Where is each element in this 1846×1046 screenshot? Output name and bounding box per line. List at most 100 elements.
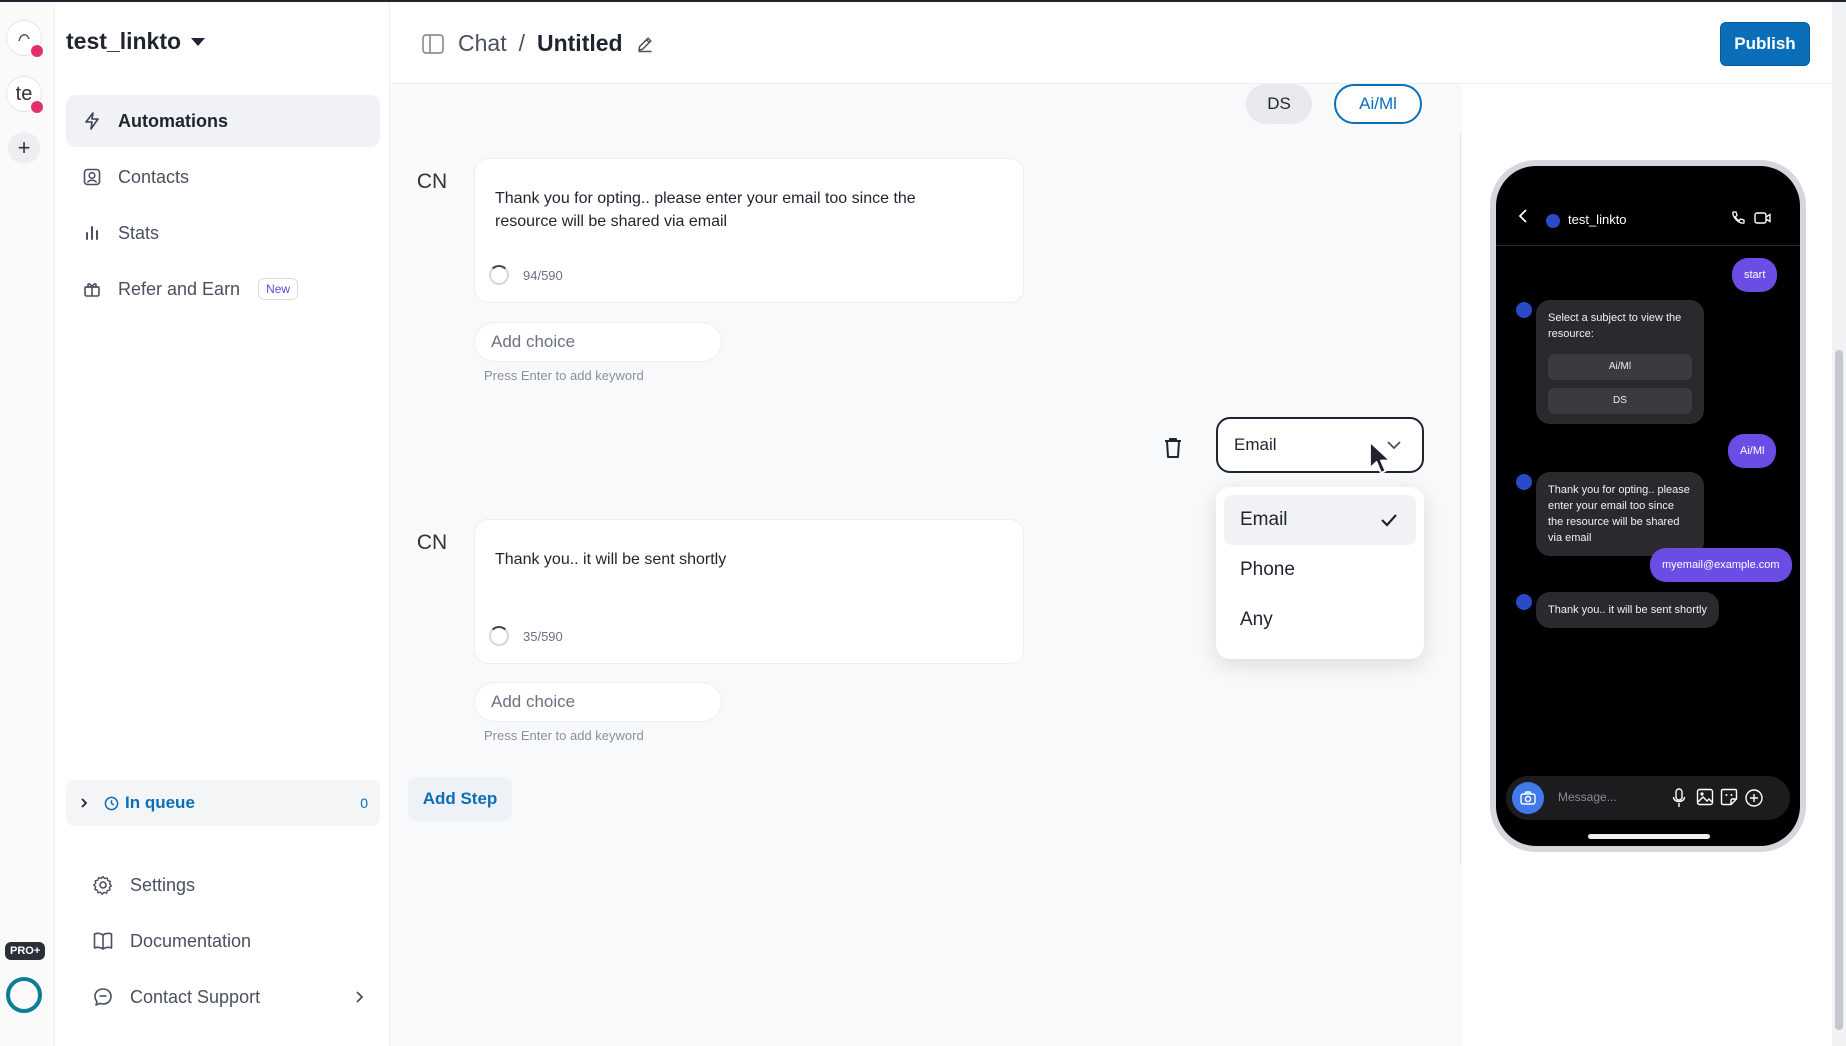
bot-avatar (1516, 474, 1532, 490)
quick-reply-ds: DS (1548, 388, 1692, 414)
home-indicator (1588, 834, 1710, 839)
pencil-icon[interactable] (635, 34, 655, 54)
phone-message-bar: Message... (1506, 776, 1790, 820)
message-text[interactable]: Thank you for opting.. please enter your… (495, 187, 975, 233)
input-type-value: Email (1234, 435, 1277, 454)
option-phone[interactable]: Phone (1224, 545, 1416, 595)
phone-chat-header: test_linkto (1496, 166, 1800, 246)
sidebar-item-label: Refer and Earn (118, 278, 241, 299)
bot-message: Thank you for opting.. please enter your… (1536, 472, 1704, 556)
reply-option-ds[interactable]: DS (1246, 84, 1312, 124)
choice-hint: Press Enter to add keyword (484, 728, 644, 743)
phone-mockup: test_linkto start Select a subject to vi… (1490, 160, 1806, 852)
option-email[interactable]: Email (1224, 495, 1416, 545)
quick-reply-aiml: Ai/Ml (1548, 354, 1692, 380)
settings-label: Settings (130, 874, 196, 895)
char-counter: 94/590 (489, 265, 563, 285)
account-rail: te + PRO+ (0, 2, 55, 1046)
user-message: myemail@example.com (1650, 548, 1792, 582)
book-icon (93, 932, 113, 950)
preview-panel: test_linkto start Select a subject to vi… (1462, 84, 1832, 1046)
workspace-name: test_linkto (66, 28, 182, 54)
panel-divider (1460, 134, 1461, 864)
account-avatar-1[interactable] (6, 20, 45, 59)
phone-message-placeholder: Message... (1558, 790, 1617, 804)
documentation-label: Documentation (130, 930, 252, 951)
flow-canvas: DS Ai/Ml CN Thank you for opting.. pleas… (390, 84, 1462, 1046)
sender-avatar: CN (416, 170, 448, 193)
sidebar-item-stats[interactable]: Stats (66, 207, 380, 259)
sidebar-item-automations[interactable]: Automations (66, 95, 380, 147)
sidebar-item-refer[interactable]: Refer and Earn New (66, 263, 380, 315)
contacts-icon (83, 168, 101, 186)
documentation-link[interactable]: Documentation (76, 918, 366, 964)
settings-link[interactable]: Settings (76, 862, 366, 908)
add-step-button[interactable]: Add Step (408, 777, 512, 821)
bot-message: Thank you.. it will be sent shortly (1536, 592, 1719, 628)
workspace-switcher[interactable]: test_linkto (66, 28, 206, 55)
scrollbar-thumb[interactable] (1835, 350, 1843, 1030)
brand-logo (6, 977, 42, 1013)
char-counter: 35/590 (489, 626, 563, 646)
sidebar-item-label: Contacts (118, 166, 190, 187)
user-message: start (1732, 258, 1778, 292)
breadcrumb-separator: / (518, 30, 525, 56)
new-badge: New (258, 278, 299, 300)
image-icon (1696, 788, 1714, 806)
in-queue-label: In queue (104, 793, 195, 813)
add-choice-input[interactable]: Add choice (474, 682, 722, 722)
add-choice-input[interactable]: Add choice (474, 322, 722, 362)
option-any[interactable]: Any (1224, 595, 1416, 645)
bot-avatar (1516, 594, 1532, 610)
message-card[interactable]: Thank you.. it will be sent shortly 35/5… (474, 519, 1024, 664)
lightning-icon (85, 112, 99, 130)
mouse-cursor-icon (1369, 441, 1391, 474)
phone-contact-name: test_linkto (1568, 212, 1627, 227)
sticker-icon (1720, 788, 1738, 806)
in-queue-panel[interactable]: In queue 0 (66, 780, 380, 826)
bar-chart-icon (86, 226, 98, 240)
instagram-icon (29, 43, 45, 59)
sidebar-item-label: Automations (118, 110, 228, 131)
sidebar: test_linkto Automations Contacts Stats R… (56, 2, 390, 1046)
logo-icon (18, 34, 30, 42)
support-chat-icon (94, 988, 112, 1006)
in-queue-count: 0 (360, 795, 368, 811)
sidebar-item-label: Stats (118, 222, 160, 243)
message-text[interactable]: Thank you.. it will be sent shortly (495, 548, 975, 571)
chevron-right-icon (356, 991, 364, 1003)
back-arrow-icon (1518, 209, 1527, 223)
gift-icon (84, 283, 100, 297)
video-call-icon (1754, 212, 1771, 224)
microphone-icon (1672, 788, 1686, 807)
sidebar-toggle-icon[interactable] (420, 31, 446, 57)
page-title: Untitled (536, 30, 623, 56)
trash-icon[interactable] (1162, 436, 1184, 460)
chevron-right-icon (81, 798, 88, 808)
contact-support-link[interactable]: Contact Support (76, 974, 366, 1020)
top-bar: Chat / Untitled Publish (390, 2, 1832, 84)
user-message: Ai/Ml (1728, 434, 1777, 468)
breadcrumb-section[interactable]: Chat (458, 30, 507, 57)
input-type-dropdown: Email Phone Any (1216, 487, 1424, 659)
contact-avatar (1546, 214, 1560, 228)
contact-support-label: Contact Support (130, 986, 261, 1007)
phone-call-icon (1732, 211, 1745, 224)
sidebar-item-contacts[interactable]: Contacts (66, 151, 380, 203)
sender-avatar: CN (416, 531, 448, 554)
progress-ring-icon (489, 626, 509, 646)
reply-option-aiml[interactable]: Ai/Ml (1334, 84, 1422, 124)
add-account-button[interactable]: + (8, 132, 40, 164)
bot-message: Select a subject to view the resource: A… (1536, 300, 1704, 424)
bot-avatar (1516, 302, 1532, 318)
caret-down-icon (191, 37, 206, 46)
publish-button[interactable]: Publish (1720, 22, 1810, 66)
choice-hint: Press Enter to add keyword (484, 368, 644, 383)
account-avatar-2[interactable]: te (6, 76, 45, 115)
message-card[interactable]: Thank you for opting.. please enter your… (474, 158, 1024, 303)
pro-badge: PRO+ (5, 942, 46, 960)
breadcrumb: Chat / Untitled (420, 30, 655, 57)
instagram-icon (29, 99, 45, 115)
plus-circle-icon (1745, 789, 1763, 807)
check-icon (1381, 514, 1397, 527)
